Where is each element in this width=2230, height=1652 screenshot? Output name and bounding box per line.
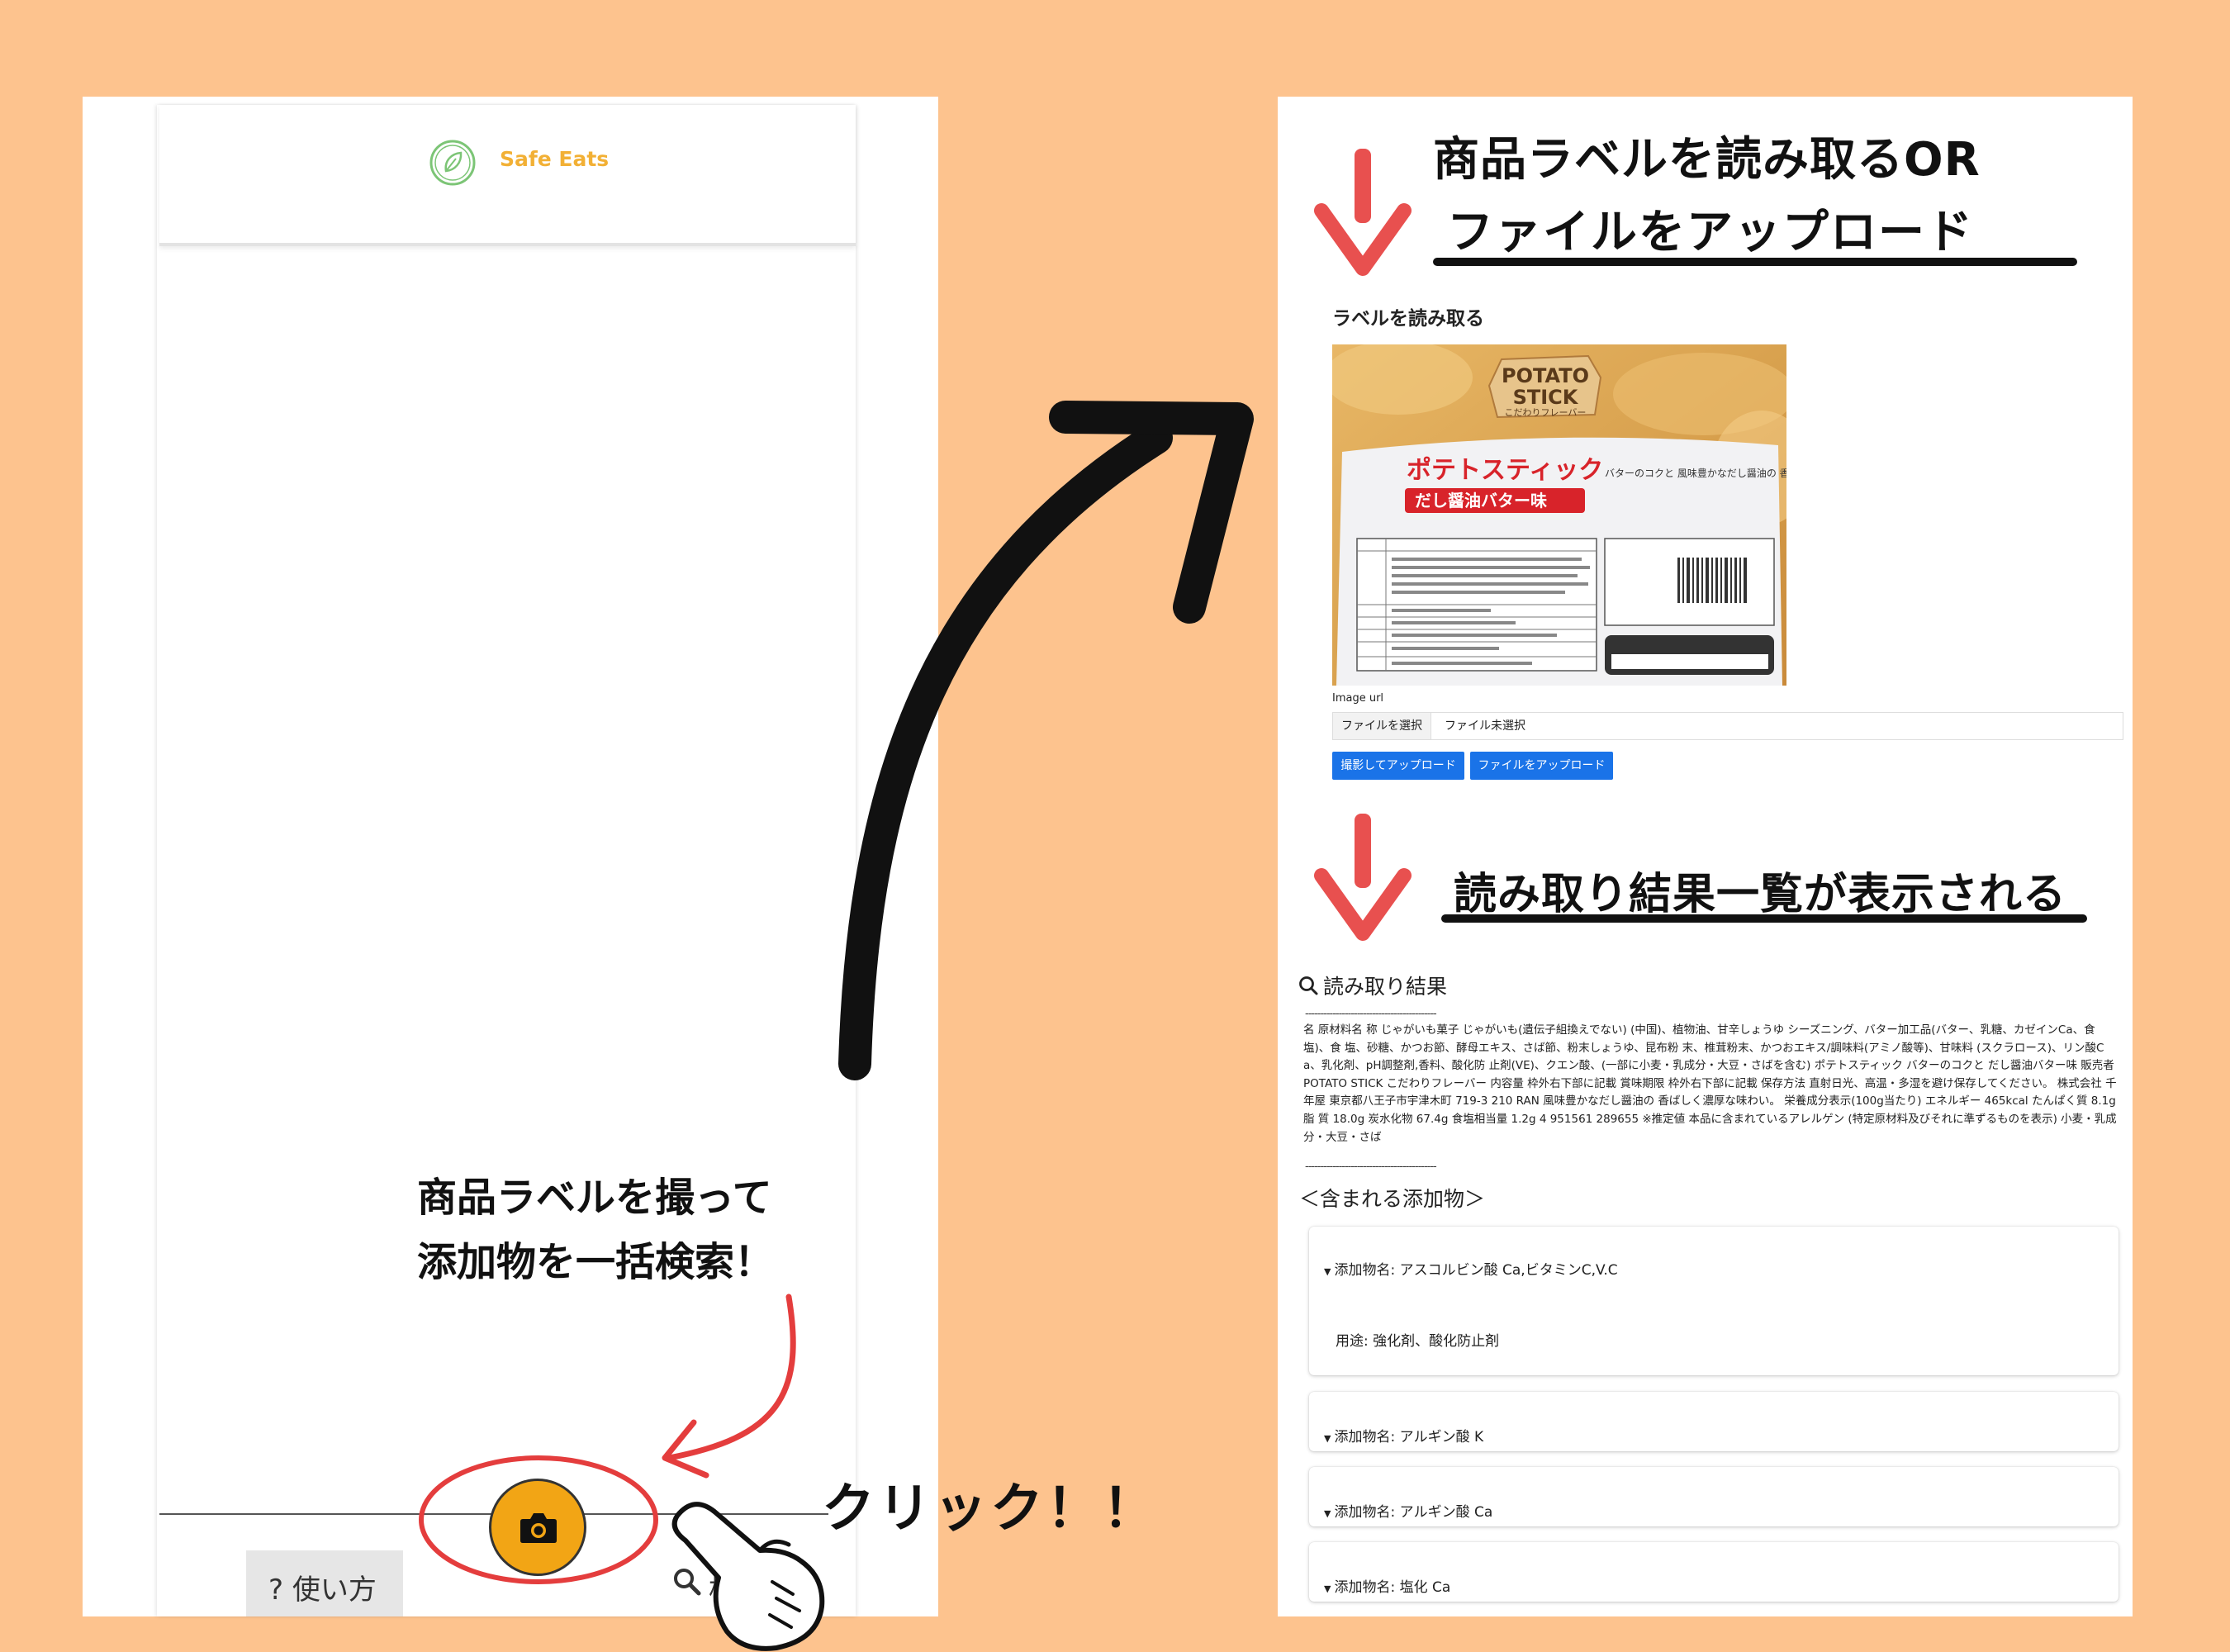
additive-card[interactable]: ▼ 添加物名: アスコルビン酸 Ca,ビタミンC,V.C 用途: 強化剤、酸化防止… bbox=[1309, 1227, 2118, 1375]
brand-sub-text: こだわりフレーバー bbox=[1505, 407, 1587, 418]
brand-text-1: POTATO bbox=[1502, 364, 1589, 387]
results-title: 読み取り結果 bbox=[1323, 975, 1448, 999]
additives-section-title: ＜含まれる添加物＞ bbox=[1299, 1187, 1486, 1211]
highlight-ellipse bbox=[419, 1455, 658, 1584]
search-icon bbox=[1299, 976, 1318, 995]
additive-card[interactable]: ▼ 添加物名: アルギン酸 Ca bbox=[1309, 1467, 2118, 1526]
product-label-image: POTATO STICK こだわりフレーバー ポテトスティック だし醤油バター味… bbox=[1332, 344, 1786, 686]
heading-underline bbox=[1441, 914, 2087, 923]
flavor-text: だし醤油バター味 bbox=[1415, 491, 1547, 510]
caret-down-icon: ▼ bbox=[1324, 1508, 1331, 1519]
caret-down-icon: ▼ bbox=[1324, 1266, 1331, 1277]
heading-read-label: 商品ラベルを読み取るOR bbox=[1433, 133, 1981, 187]
file-input[interactable]: ファイルを選択 ファイル未選択 bbox=[1332, 712, 2123, 740]
additive-card-title[interactable]: ▼ 添加物名: アスコルビン酸 Ca,ビタミンC,V.C bbox=[1324, 1258, 1618, 1279]
file-upload-button[interactable]: ファイルをアップロード bbox=[1470, 752, 1613, 780]
tagline-text: バターのコクと 風味豊かなだし醤油の 香ばしく濃厚な味わい。 bbox=[1605, 467, 1786, 479]
heading-upload-file: ファイルをアップロード bbox=[1447, 206, 1974, 259]
heading-underline bbox=[1433, 258, 2077, 266]
results-divider: ----------------------------------------… bbox=[1305, 1161, 1437, 1173]
brand-text-2: STICK bbox=[1513, 386, 1579, 409]
caret-down-icon: ▼ bbox=[1324, 1583, 1331, 1594]
file-choose-button[interactable]: ファイルを選択 bbox=[1333, 713, 1431, 739]
additive-card[interactable]: ▼ 添加物名: 塩化 Ca bbox=[1309, 1542, 2118, 1602]
additive-card-title[interactable]: ▼ 添加物名: 塩化 Ca bbox=[1324, 1575, 1450, 1596]
heading-results-shown: 読み取り結果一覧が表示される bbox=[1454, 870, 2067, 919]
image-url-label: Image url bbox=[1332, 692, 1384, 705]
pointing-hand-icon bbox=[671, 1502, 825, 1651]
read-label-section-title: ラベルを読み取る bbox=[1332, 308, 1484, 330]
additive-card[interactable]: ▼ 添加物名: アルギン酸 K bbox=[1309, 1392, 2118, 1451]
down-arrow-icon bbox=[1314, 814, 1412, 941]
down-arrow-icon bbox=[1314, 149, 1412, 276]
additive-usage: 用途: 強化剤、酸化防止剤 bbox=[1336, 1333, 1500, 1350]
curved-arrow-icon bbox=[838, 421, 1173, 1080]
ocr-result-text: 名 原材料名 称 じゃがいも菓子 じゃがいも(遺伝子組換えでない) (中国)、植… bbox=[1303, 1023, 2117, 1144]
caret-down-icon: ▼ bbox=[1324, 1433, 1331, 1444]
file-status-text: ファイル未選択 bbox=[1445, 719, 1525, 733]
product-name-text: ポテトスティック bbox=[1407, 456, 1603, 485]
click-annotation: クリック！！ bbox=[822, 1479, 1159, 1540]
camera-upload-button[interactable]: 撮影してアップロード bbox=[1332, 752, 1464, 780]
additive-card-title[interactable]: ▼ 添加物名: アルギン酸 K bbox=[1324, 1425, 1483, 1446]
additive-card-title[interactable]: ▼ 添加物名: アルギン酸 Ca bbox=[1324, 1500, 1492, 1521]
results-divider: ----------------------------------------… bbox=[1305, 1008, 1437, 1020]
